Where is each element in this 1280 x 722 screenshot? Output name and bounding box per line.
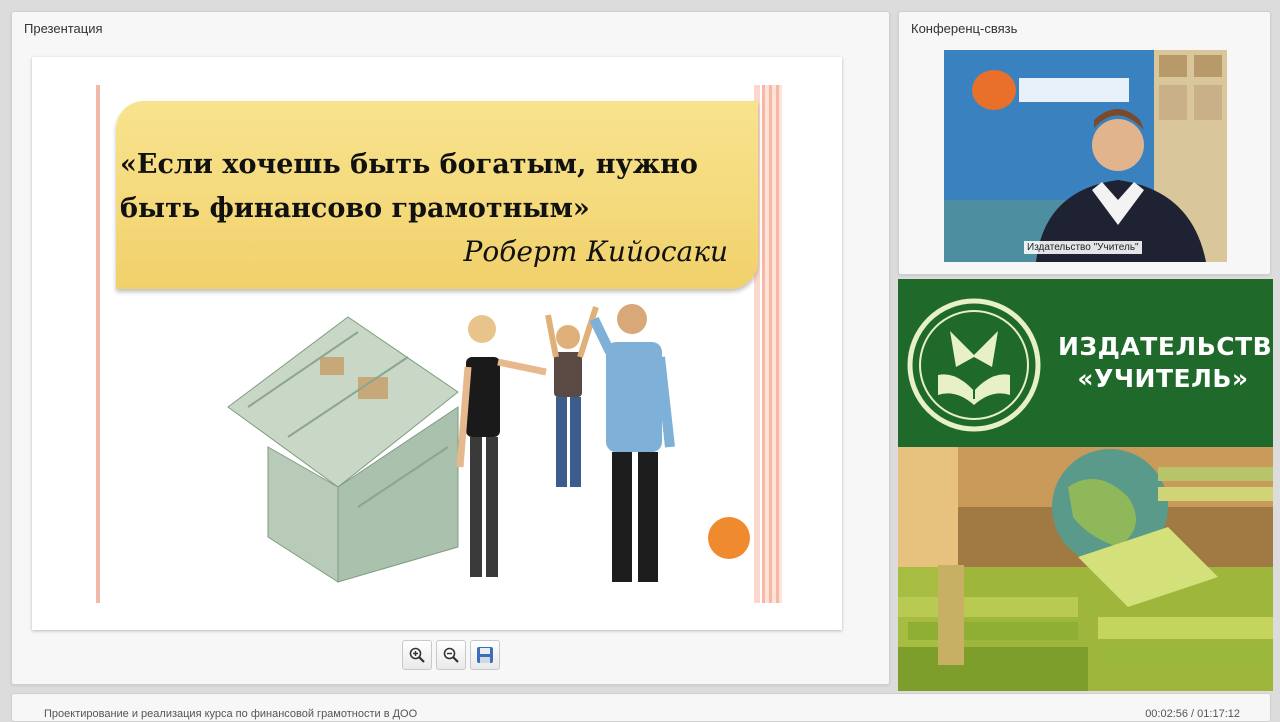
conference-title: Конференц-связь	[911, 21, 1018, 36]
books-globe-image	[898, 447, 1273, 691]
presentation-title: Презентация	[24, 21, 103, 36]
banner-top: ИЗДАТЕЛЬСТВО «УЧИТЕЛЬ»	[898, 279, 1273, 447]
zoom-out-button[interactable]	[436, 640, 466, 670]
man-figure-icon	[589, 304, 675, 582]
video-label: Издательство "Учитель"	[1024, 241, 1142, 254]
conference-panel: Конференц-связь Издательство "Учитель"	[898, 11, 1271, 275]
save-icon	[477, 647, 493, 663]
publisher-logo-icon	[907, 298, 1041, 432]
video-feed[interactable]: Издательство "Учитель"	[944, 50, 1227, 262]
publisher-banner: ИЗДАТЕЛЬСТВО «УЧИТЕЛЬ»	[898, 279, 1273, 691]
zoom-in-icon	[409, 647, 425, 663]
slide-stripe-right-pattern	[762, 85, 782, 603]
zoom-in-button[interactable]	[402, 640, 432, 670]
presentation-toolbar	[402, 640, 500, 672]
save-button[interactable]	[470, 640, 500, 670]
slide: «Если хочешь быть богатым, нужно быть фи…	[32, 57, 842, 630]
publisher-name-line1: ИЗДАТЕЛЬСТВО	[1058, 332, 1273, 361]
quote-text: «Если хочешь быть богатым, нужно быть фи…	[120, 149, 698, 224]
publisher-name-line2: «УЧИТЕЛЬ»	[1077, 364, 1249, 393]
child-figure-icon	[545, 306, 599, 487]
family-money-house-image	[227, 304, 675, 583]
publisher-name: ИЗДАТЕЛЬСТВО «УЧИТЕЛЬ»	[1058, 331, 1273, 395]
quote-author: Роберт Кийосаки	[463, 235, 728, 268]
woman-figure-icon	[456, 315, 547, 577]
banner-books-image	[898, 447, 1273, 691]
money-house-icon	[227, 316, 459, 583]
playback-time: 00:02:56 / 01:17:12	[1145, 708, 1240, 720]
course-title: Проектирование и реализация курса по фин…	[44, 708, 418, 720]
quote-box: «Если хочешь быть богатым, нужно быть фи…	[116, 101, 758, 289]
footer-bar: Проектирование и реализация курса по фин…	[11, 693, 1271, 722]
video-frame-image	[944, 50, 1227, 262]
orange-dot	[708, 517, 750, 559]
zoom-out-icon	[443, 647, 459, 663]
slide-stripe-left	[96, 85, 100, 603]
presentation-panel: Презентация «Если хочешь быть богатым, н…	[11, 11, 890, 685]
